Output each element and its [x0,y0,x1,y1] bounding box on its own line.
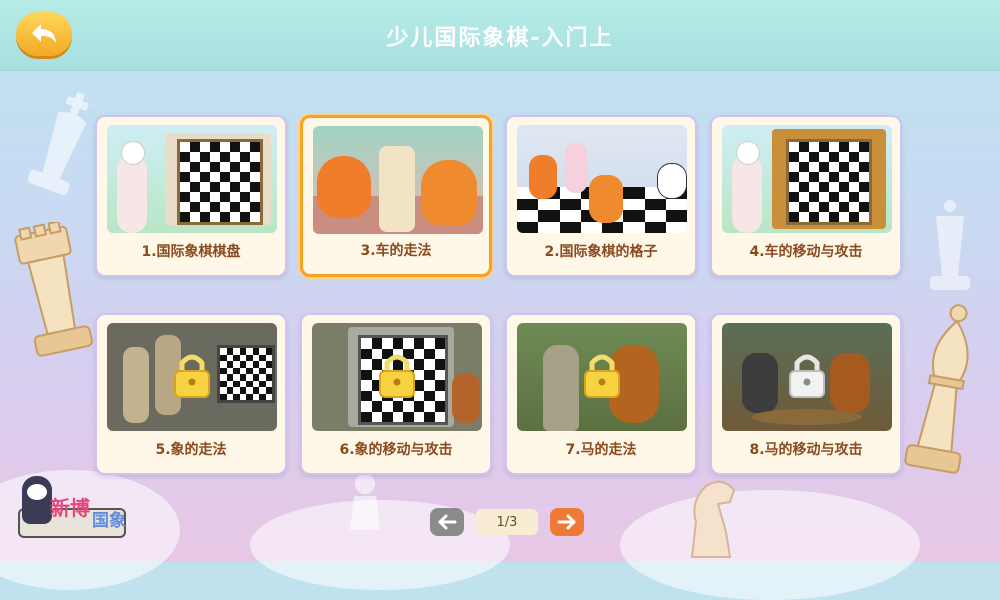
chessboard-image [217,345,275,403]
lesson-grid: 1.国际象棋棋盘 3.车的走法 2.国际象棋的格子 4.车的移动与攻击 5.象的… [95,115,907,477]
background-cloud [620,490,920,600]
bishop-piece-decoration [904,304,969,474]
rook-piece-decoration [14,222,93,357]
lesson-title: 2.国际象棋的格子 [544,244,658,260]
lesson-card[interactable]: 2.国际象棋的格子 [505,115,697,277]
king-piece-decoration [28,91,90,196]
lesson-card[interactable]: 6.象的移动与攻击 [300,313,492,475]
lesson-title: 7.马的走法 [565,442,637,458]
lesson-title: 6.象的移动与攻击 [339,442,453,458]
arrow-right-icon [557,514,576,530]
brand-logo: 新博 国象 [18,470,130,540]
knight-piece-decoration [690,480,736,558]
logo-text: 新博 [50,496,90,520]
lock-icon [789,354,825,398]
chessboard-image [177,139,263,225]
lesson-thumbnail [313,126,483,234]
page-indicator: 1/3 [476,509,538,535]
lock-icon [584,354,620,398]
top-bar: 少儿国际象棋-入门上 [0,0,1000,71]
page-title: 少儿国际象棋-入门上 [386,26,614,51]
lesson-card[interactable]: 1.国际象棋棋盘 [95,115,287,277]
prev-page-button[interactable] [430,508,464,536]
lesson-title: 3.车的走法 [360,243,432,259]
lesson-card[interactable]: 8.马的移动与攻击 [710,313,902,475]
logo-text: 国象 [92,511,126,531]
lesson-thumbnail [107,323,277,431]
pawn-piece-decoration [350,474,380,530]
lesson-title: 5.象的走法 [155,442,227,458]
lock-icon [379,354,415,398]
lesson-thumbnail [517,323,687,431]
lock-icon [174,354,210,398]
lesson-thumbnail [312,323,482,431]
lesson-card[interactable]: 7.马的走法 [505,313,697,475]
arrow-left-icon [438,514,457,530]
lesson-title: 8.马的移动与攻击 [749,442,863,458]
lesson-card[interactable]: 3.车的走法 [300,115,492,277]
lesson-thumbnail [107,125,277,233]
lesson-title: 1.国际象棋棋盘 [141,244,241,260]
lesson-thumbnail [722,323,892,431]
lesson-card[interactable]: 5.象的走法 [95,313,287,475]
lesson-title: 4.车的移动与攻击 [749,244,863,260]
lesson-thumbnail [722,125,892,233]
chessboard-image [786,139,872,225]
pagination: 1/3 [430,508,584,536]
next-page-button[interactable] [550,508,584,536]
lesson-thumbnail [517,125,687,233]
queen-piece-decoration [930,200,970,290]
lesson-card[interactable]: 4.车的移动与攻击 [710,115,902,277]
